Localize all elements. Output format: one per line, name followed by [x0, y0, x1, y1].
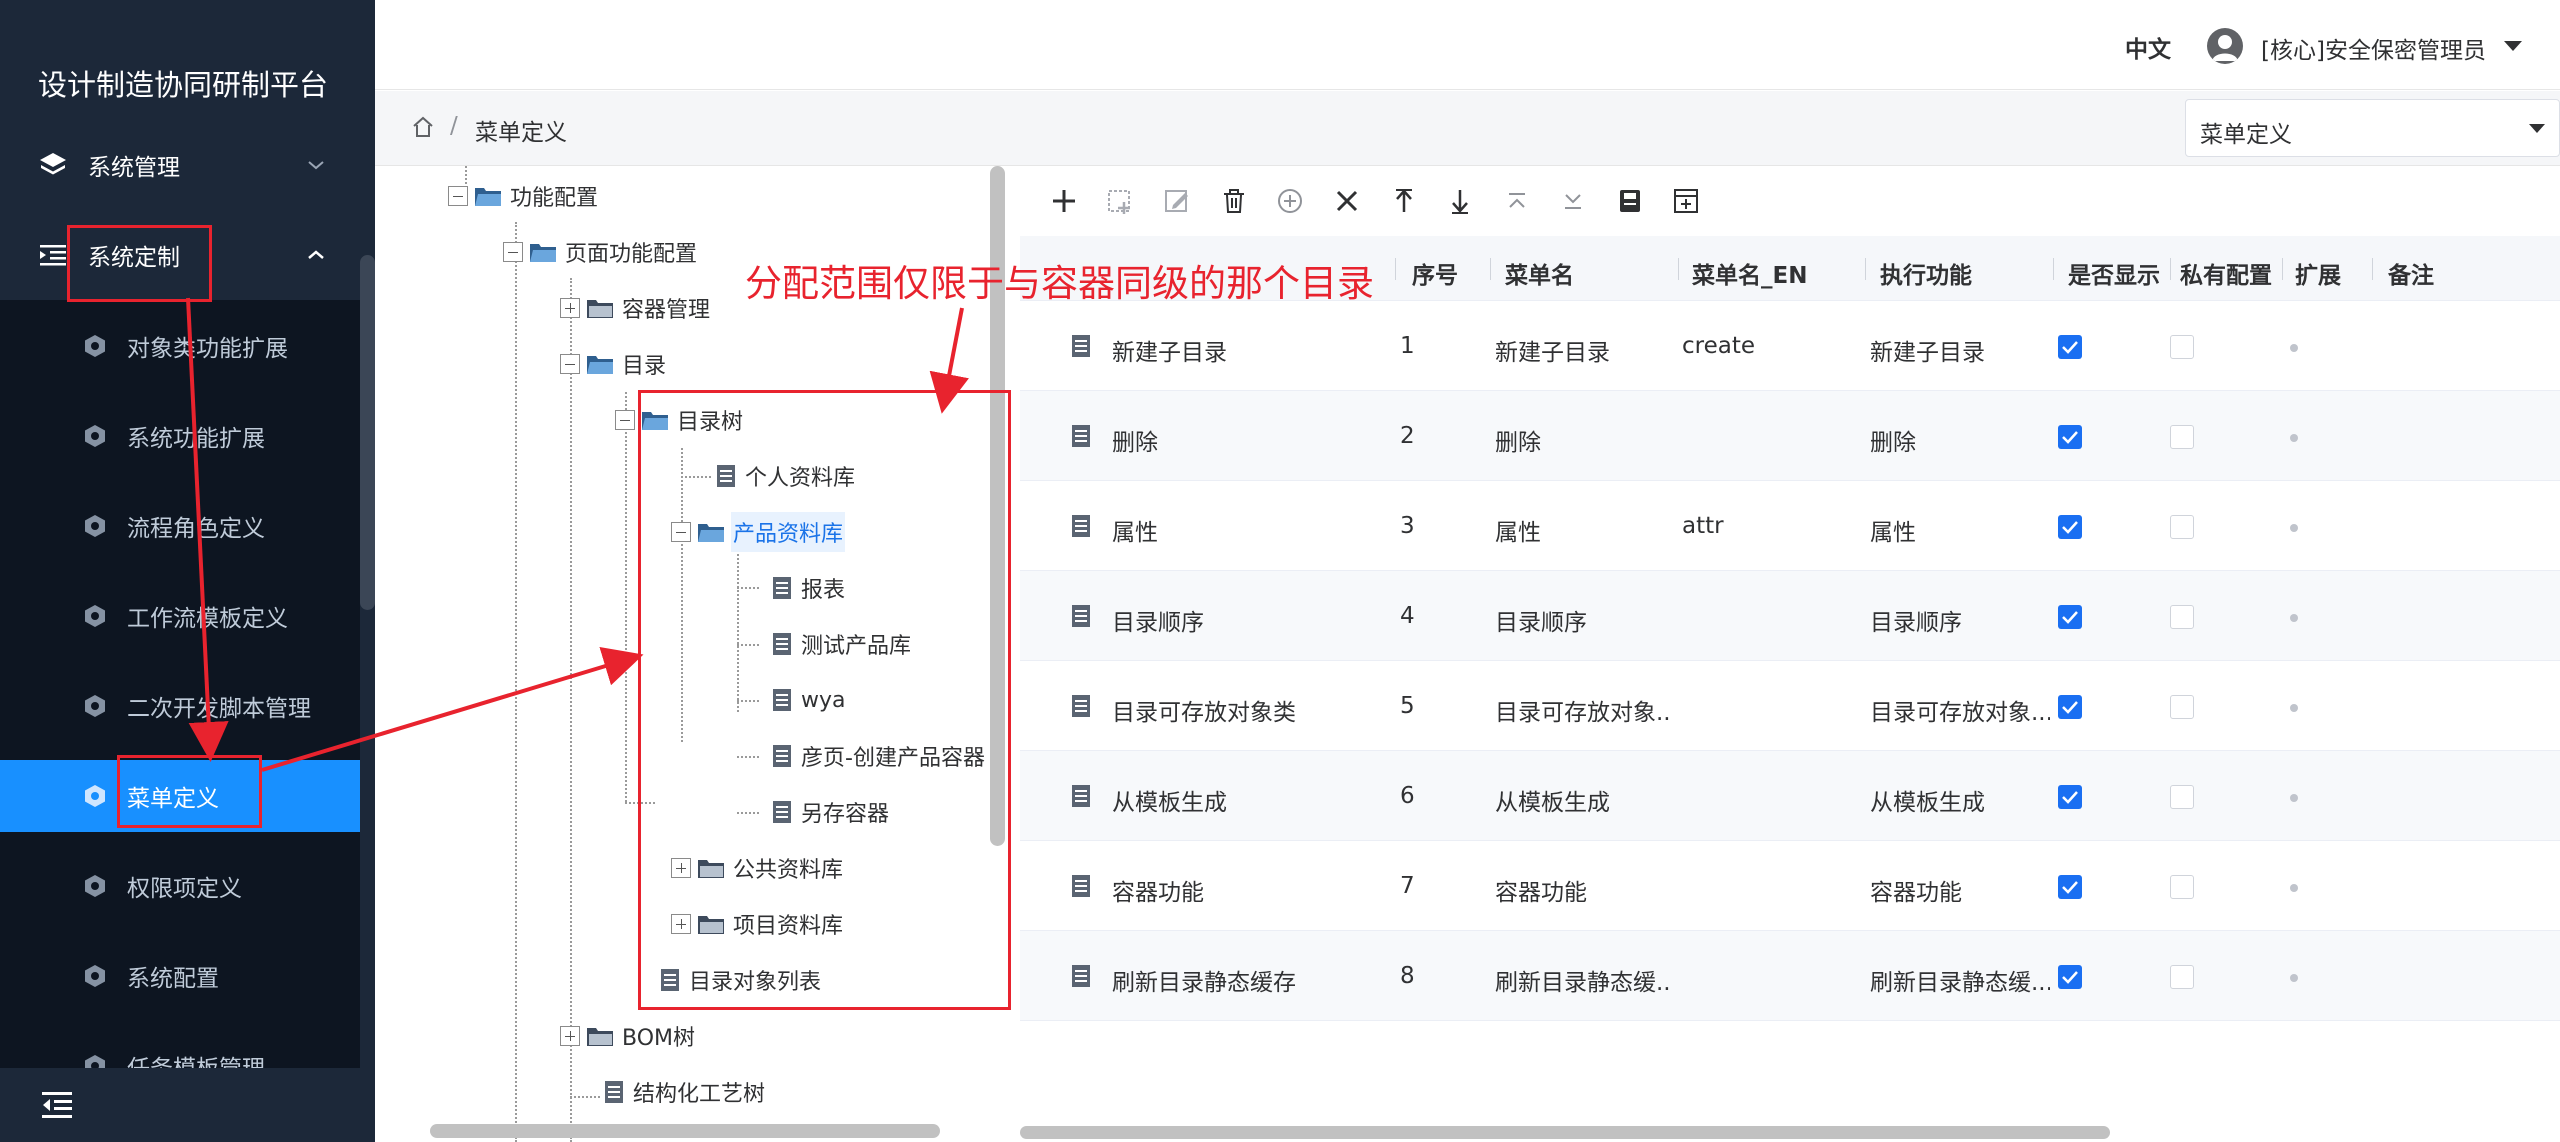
arrow-down	[186, 297, 229, 762]
annotation-arrows	[186, 297, 969, 772]
arrow-from-note	[929, 307, 969, 414]
arrow-to-tree	[261, 646, 644, 772]
